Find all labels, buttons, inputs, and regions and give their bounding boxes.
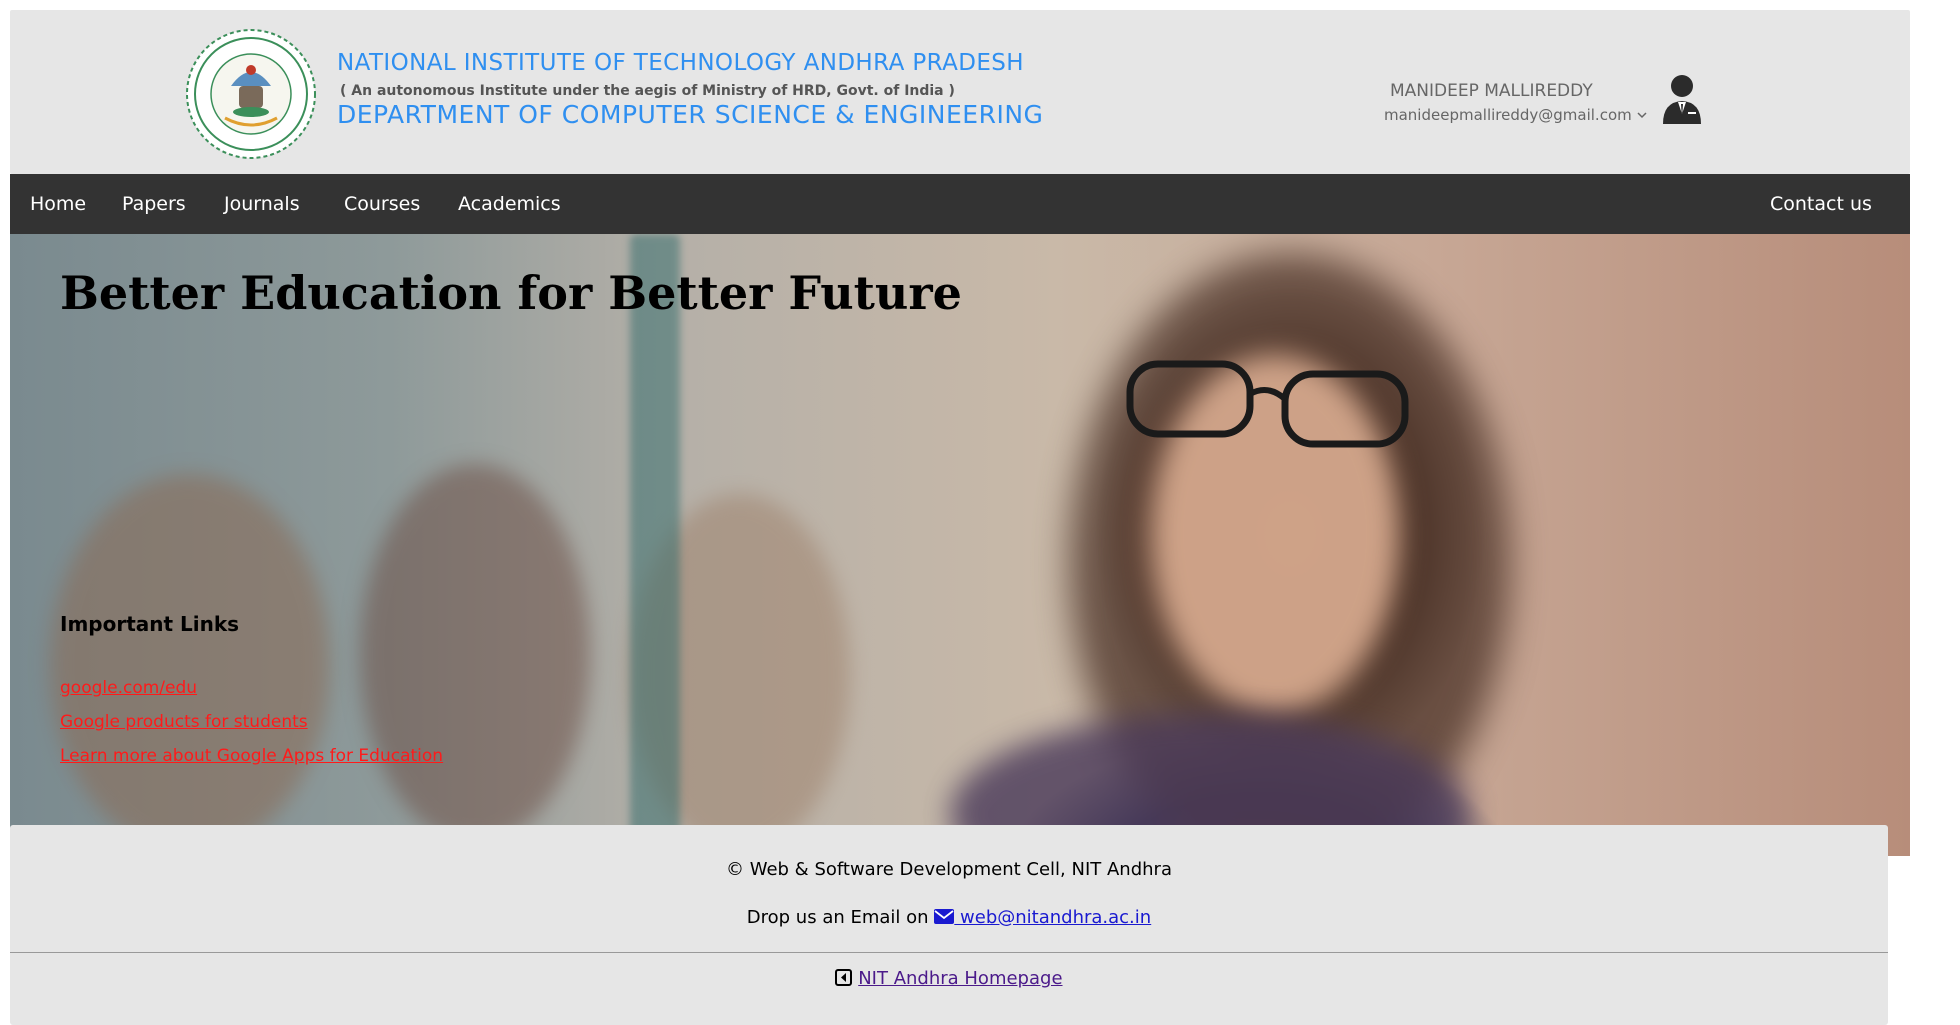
email-link[interactable]: web@nitandhra.ac.in [934, 907, 1151, 928]
nit-andhra-homepage-link[interactable]: NIT Andhra Homepage [858, 968, 1062, 989]
email-line: Drop us an Email on web@nitandhra.ac.in [10, 907, 1888, 928]
hero-banner: Better Education for Better Future Impor… [10, 234, 1910, 856]
nav-journals[interactable]: Journals [224, 174, 300, 234]
department-name: DEPARTMENT OF COMPUTER SCIENCE & ENGINEE… [337, 100, 1044, 129]
email-prefix: Drop us an Email on [746, 907, 929, 928]
nav-contact-us[interactable]: Contact us [1770, 174, 1910, 234]
hero-photo-decoration [630, 234, 680, 856]
institute-subtitle: ( An autonomous Institute under the aegi… [340, 83, 955, 99]
nav-home[interactable]: Home [30, 174, 86, 234]
chevron-down-icon [1637, 112, 1647, 119]
nav-papers[interactable]: Papers [122, 174, 186, 234]
link-google-products-students[interactable]: Google products for students [60, 712, 308, 732]
user-name: MANIDEEP MALLIREDDY [1390, 81, 1593, 101]
site-header: NATIONAL INSTITUTE OF TECHNOLOGY ANDHRA … [10, 10, 1910, 174]
institute-name: NATIONAL INSTITUTE OF TECHNOLOGY ANDHRA … [337, 50, 1025, 76]
copyright-text: © Web & Software Development Cell, NIT A… [726, 859, 1172, 880]
nit-andhra-seal-icon[interactable] [185, 28, 317, 160]
envelope-icon [934, 909, 955, 924]
user-business-icon[interactable] [1660, 74, 1704, 126]
nav-courses[interactable]: Courses [344, 174, 420, 234]
email-address: web@nitandhra.ac.in [954, 907, 1152, 928]
hero-photo-decoration [50, 474, 330, 854]
site-footer: © Web & Software Development Cell, NIT A… [10, 825, 1888, 1025]
hero-photo-decoration [360, 464, 590, 844]
important-links-heading: Important Links [60, 612, 240, 636]
footer-divider [10, 952, 1888, 953]
user-menu-toggle[interactable]: manideepmallireddy@gmail.com [1384, 106, 1648, 124]
main-nav: Home Papers Journals Courses Academics C… [10, 174, 1910, 234]
nav-academics[interactable]: Academics [458, 174, 561, 234]
link-google-edu[interactable]: google.com/edu [60, 678, 197, 698]
hero-heading: Better Education for Better Future [60, 266, 962, 320]
hero-photo-glasses [1126, 360, 1409, 448]
link-google-apps-education[interactable]: Learn more about Google Apps for Educati… [60, 746, 443, 766]
caret-square-left-icon [835, 969, 853, 986]
user-email: manideepmallireddy@gmail.com [1384, 106, 1632, 124]
homepage-line: NIT Andhra Homepage [10, 968, 1888, 989]
